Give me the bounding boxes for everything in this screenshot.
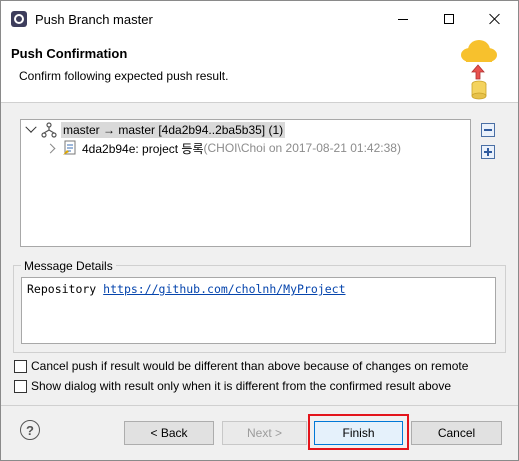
- commit-meta: (CHOI\Choi on 2017-08-21 01:42:38): [203, 141, 401, 155]
- show-dialog-option[interactable]: Show dialog with result only when it is …: [14, 378, 451, 394]
- collapse-all-button[interactable]: [481, 123, 495, 137]
- footer-divider: [1, 405, 518, 406]
- tree-row-commit[interactable]: 4da2b94e: project 등록 (CHOI\Choi on 2017-…: [45, 139, 401, 157]
- message-details-text[interactable]: Repository https://github.com/cholnh/MyP…: [21, 277, 496, 344]
- maximize-button[interactable]: [426, 1, 472, 37]
- cancel-button[interactable]: Cancel: [411, 421, 502, 445]
- minimize-button[interactable]: [380, 1, 426, 37]
- push-result-tree[interactable]: master → master [4da2b94..2ba5b35] (1) 4…: [20, 119, 471, 247]
- page-description: Confirm following expected push result.: [19, 69, 229, 83]
- chevron-down-icon[interactable]: [25, 121, 37, 133]
- eclipse-icon: [11, 11, 27, 27]
- window-title: Push Branch master: [35, 12, 153, 27]
- branch-icon: [41, 122, 57, 138]
- commit-label[interactable]: 4da2b94e: project 등록: [82, 140, 204, 157]
- show-dialog-label[interactable]: Show dialog with result only when it is …: [31, 379, 451, 393]
- message-details-legend: Message Details: [21, 259, 116, 273]
- cancel-push-label[interactable]: Cancel push if result would be different…: [31, 359, 468, 373]
- cancel-push-option[interactable]: Cancel push if result would be different…: [14, 358, 468, 374]
- close-icon: [489, 13, 501, 25]
- close-button[interactable]: [472, 1, 518, 37]
- push-branch-dialog: Push Branch master Push Confirmation Con…: [0, 0, 519, 461]
- wizard-header: Push Confirmation Confirm following expe…: [1, 37, 518, 103]
- finish-button[interactable]: Finish: [314, 421, 403, 445]
- title-bar: Push Branch master: [1, 1, 518, 37]
- message-prefix: Repository: [27, 282, 104, 296]
- tree-row-ref[interactable]: master → master [4da2b94..2ba5b35] (1): [25, 121, 286, 139]
- ref-update-label[interactable]: master → master [4da2b94..2ba5b35] (1): [61, 122, 286, 138]
- show-dialog-checkbox[interactable]: [14, 379, 27, 393]
- back-button[interactable]: < Back: [124, 421, 214, 445]
- next-button[interactable]: Next >: [222, 421, 307, 445]
- expand-all-button[interactable]: [481, 145, 495, 159]
- chevron-right-icon[interactable]: [45, 143, 56, 153]
- help-icon[interactable]: ?: [20, 420, 40, 440]
- commit-icon: [63, 140, 76, 155]
- maximize-icon: [444, 14, 454, 24]
- page-title: Push Confirmation: [11, 46, 128, 61]
- minimize-icon: [398, 18, 408, 20]
- cancel-push-checkbox[interactable]: [14, 359, 27, 373]
- cloud-upload-icon: [461, 40, 497, 100]
- repository-link[interactable]: https://github.com/cholnh/MyProject: [103, 282, 345, 296]
